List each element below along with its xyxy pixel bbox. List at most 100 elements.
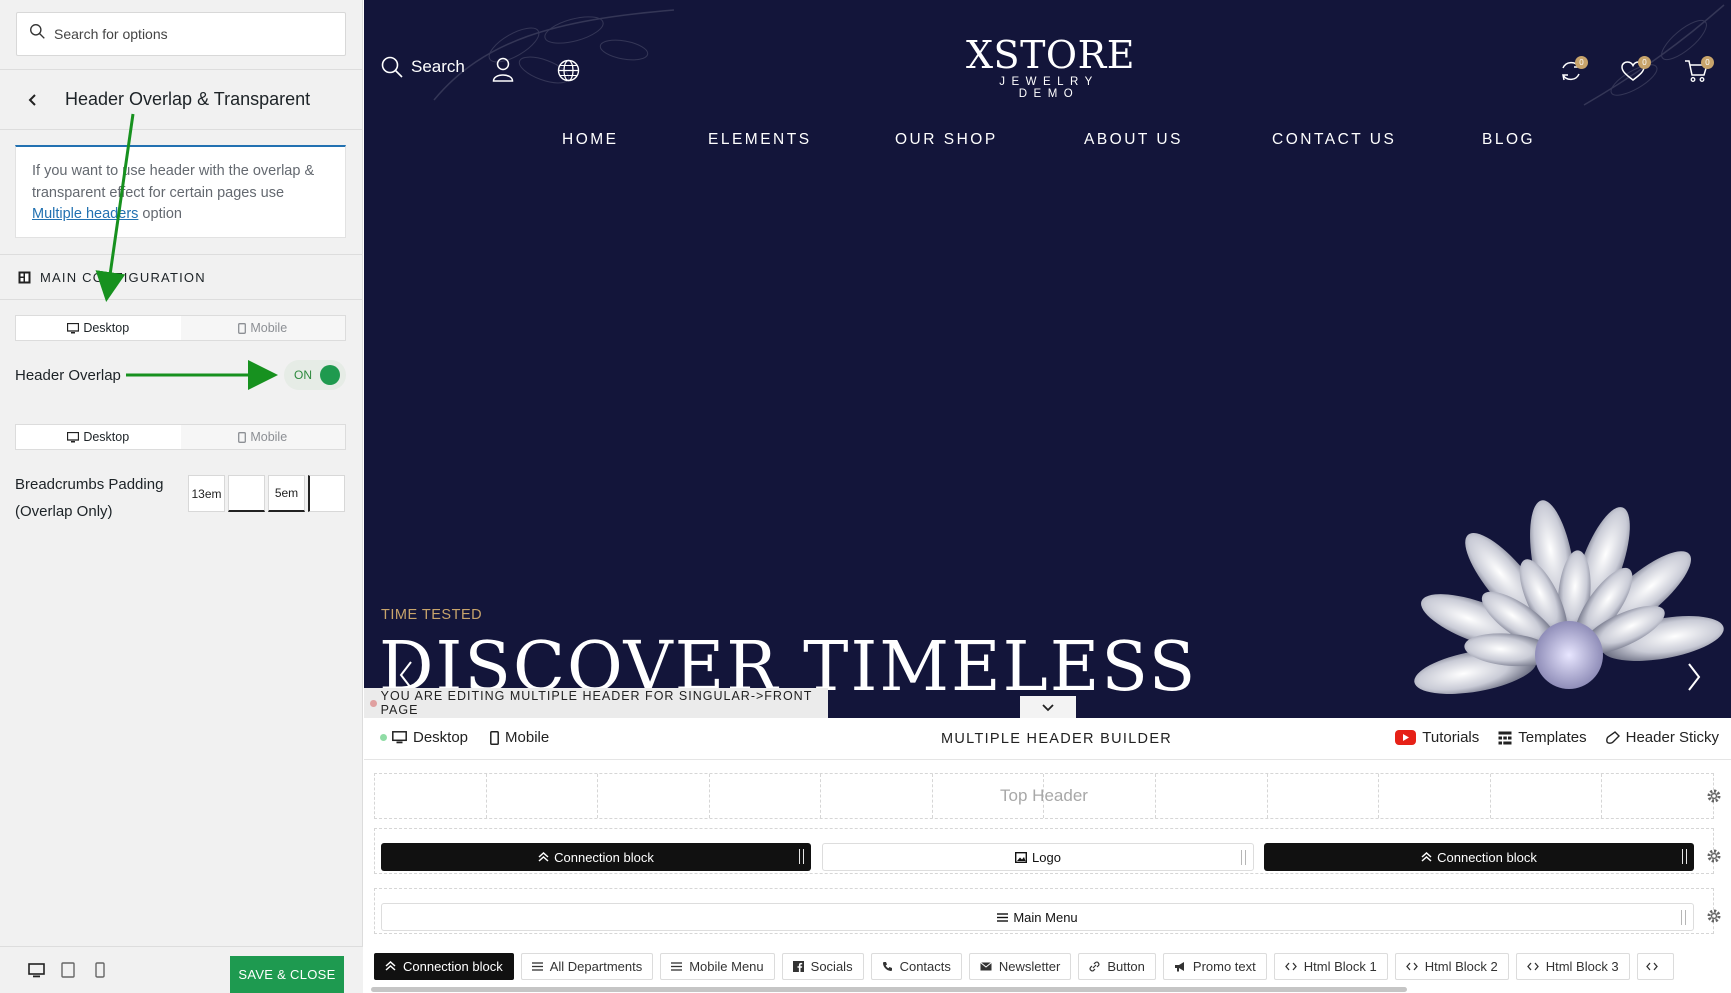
element-promo-text[interactable]: Promo text bbox=[1162, 953, 1267, 980]
menu-icon bbox=[997, 912, 1009, 922]
preview-desktop-button[interactable] bbox=[20, 955, 52, 985]
element-mobile-menu[interactable]: Mobile Menu bbox=[660, 953, 775, 980]
slider-next-icon[interactable] bbox=[1686, 662, 1702, 692]
code-icon bbox=[1526, 962, 1539, 971]
preview-tablet-button[interactable] bbox=[52, 955, 84, 985]
drag-handle[interactable] bbox=[1682, 849, 1687, 864]
padding-bottom-input[interactable] bbox=[268, 475, 305, 512]
compare-count-badge: 0 bbox=[1575, 56, 1588, 69]
elements-scrollbar[interactable] bbox=[371, 987, 1407, 992]
element-button[interactable]: Button bbox=[1078, 953, 1156, 980]
wishlist-count-badge: 0 bbox=[1638, 56, 1651, 69]
header-search[interactable]: Search bbox=[381, 56, 465, 78]
connection-block-label: Connection block bbox=[1437, 849, 1537, 865]
element-html-block-2[interactable]: Html Block 2 bbox=[1394, 953, 1509, 980]
main-menu-block[interactable]: Main Menu bbox=[381, 903, 1694, 931]
slider-prev-icon[interactable] bbox=[398, 660, 414, 690]
preview-mobile-button[interactable] bbox=[84, 955, 116, 985]
gear-icon[interactable] bbox=[1706, 908, 1722, 924]
padding-label-line-2: (Overlap Only) bbox=[15, 503, 113, 520]
panel-footer: SAVE & CLOSE bbox=[0, 946, 363, 993]
nav-about-us[interactable]: ABOUT US bbox=[1084, 131, 1183, 149]
templates-button[interactable]: Templates bbox=[1498, 729, 1587, 746]
element-connection-block[interactable]: Connection block bbox=[374, 953, 514, 980]
padding-inputs bbox=[188, 475, 348, 512]
nav-elements[interactable]: ELEMENTS bbox=[708, 131, 812, 149]
nav-blog[interactable]: BLOG bbox=[1482, 131, 1535, 149]
cart-count-badge: 0 bbox=[1701, 56, 1714, 69]
chevron-down-icon bbox=[1042, 703, 1054, 711]
element-label: Html Block 1 bbox=[1303, 959, 1377, 974]
connection-block-right[interactable]: Connection block bbox=[1264, 843, 1694, 871]
tab-desktop[interactable]: Desktop bbox=[16, 425, 181, 449]
phone-icon bbox=[882, 962, 892, 971]
hero-eyebrow: TIME TESTED bbox=[381, 607, 483, 623]
element-contacts[interactable]: Contacts bbox=[870, 953, 962, 980]
connection-icon bbox=[538, 851, 549, 862]
connection-block-left[interactable]: Connection block bbox=[381, 843, 811, 871]
logo-main-text: XSTORE bbox=[966, 33, 1135, 77]
gear-icon[interactable] bbox=[1706, 848, 1722, 864]
device-tabs-padding: Desktop Mobile bbox=[15, 424, 346, 450]
builder-desktop-button[interactable]: Desktop bbox=[392, 729, 468, 746]
element-label: Newsletter bbox=[998, 959, 1061, 974]
status-dot bbox=[380, 734, 387, 741]
breadcrumbs-padding-setting: Breadcrumbs Padding (Overlap Only) bbox=[15, 471, 346, 525]
element-newsletter[interactable]: Newsletter bbox=[968, 953, 1072, 980]
logo-block[interactable]: Logo bbox=[822, 843, 1254, 871]
site-logo[interactable]: XSTORE JEWELRY DEMO bbox=[966, 33, 1135, 100]
element-label: Html Block 2 bbox=[1424, 959, 1498, 974]
padding-top-input[interactable] bbox=[188, 475, 225, 512]
desktop-icon bbox=[392, 731, 407, 744]
drag-handle[interactable] bbox=[1241, 850, 1246, 865]
templates-label: Templates bbox=[1518, 729, 1587, 746]
account-icon[interactable] bbox=[492, 57, 514, 82]
facebook-icon bbox=[792, 961, 804, 972]
code-icon bbox=[1284, 962, 1297, 971]
nav-our-shop[interactable]: OUR SHOP bbox=[895, 131, 998, 149]
element-label: All Departments bbox=[549, 959, 643, 974]
element-html-block-3[interactable]: Html Block 3 bbox=[1515, 953, 1630, 980]
builder-actions: Tutorials Templates Header Sticky bbox=[1376, 729, 1719, 746]
builder-title: MULTIPLE HEADER BUILDER bbox=[941, 731, 1173, 747]
youtube-icon bbox=[1395, 730, 1417, 745]
builder-mobile-button[interactable]: Mobile bbox=[490, 729, 549, 746]
connection-icon bbox=[1421, 851, 1432, 862]
padding-right-input[interactable] bbox=[228, 475, 265, 512]
megaphone-icon bbox=[1174, 962, 1184, 972]
top-header-label: Top Header bbox=[1000, 786, 1088, 805]
code-icon bbox=[1645, 962, 1658, 971]
customizer-panel: Header Overlap & Transparent If you want… bbox=[0, 0, 363, 993]
save-close-button[interactable]: SAVE & CLOSE bbox=[230, 956, 344, 993]
gear-icon[interactable] bbox=[1706, 788, 1722, 804]
collapse-builder-button[interactable] bbox=[1020, 696, 1076, 718]
top-header-row[interactable]: Top Header bbox=[374, 773, 1714, 819]
code-icon bbox=[1405, 962, 1418, 971]
element-socials[interactable]: Socials bbox=[781, 953, 864, 980]
padding-left-input[interactable] bbox=[308, 475, 345, 512]
element-label: Socials bbox=[810, 959, 853, 974]
site-preview: Search XSTORE JEWELRY DEMO 0 0 0 HOME EL… bbox=[364, 0, 1731, 718]
tutorials-button[interactable]: Tutorials bbox=[1395, 729, 1479, 746]
element-label: Promo text bbox=[1192, 959, 1256, 974]
element-html-block-1[interactable]: Html Block 1 bbox=[1273, 953, 1388, 980]
leaf-decoration-icon bbox=[433, 9, 675, 101]
drag-handle[interactable] bbox=[799, 849, 804, 864]
header-sticky-button[interactable]: Header Sticky bbox=[1605, 729, 1719, 746]
menu-icon bbox=[531, 962, 543, 971]
nav-home[interactable]: HOME bbox=[562, 131, 619, 149]
padding-label-line-1: Breadcrumbs Padding bbox=[15, 476, 164, 493]
globe-icon[interactable] bbox=[557, 59, 580, 82]
element-all-departments[interactable]: All Departments bbox=[520, 953, 654, 980]
envelope-icon bbox=[980, 962, 992, 971]
editing-notice-text: YOU ARE EDITING MULTIPLE HEADER FOR SING… bbox=[380, 689, 813, 717]
pin-icon bbox=[1605, 730, 1620, 744]
header-search-label: Search bbox=[411, 57, 465, 76]
drag-handle[interactable] bbox=[1681, 910, 1686, 925]
builder-toolbar: Desktop Mobile MULTIPLE HEADER BUILDER T… bbox=[364, 718, 1731, 760]
element-more[interactable] bbox=[1636, 953, 1674, 980]
mobile-icon bbox=[238, 431, 247, 443]
tutorials-label: Tutorials bbox=[1422, 729, 1480, 746]
tab-mobile[interactable]: Mobile bbox=[181, 425, 346, 449]
nav-contact-us[interactable]: CONTACT US bbox=[1272, 131, 1396, 149]
